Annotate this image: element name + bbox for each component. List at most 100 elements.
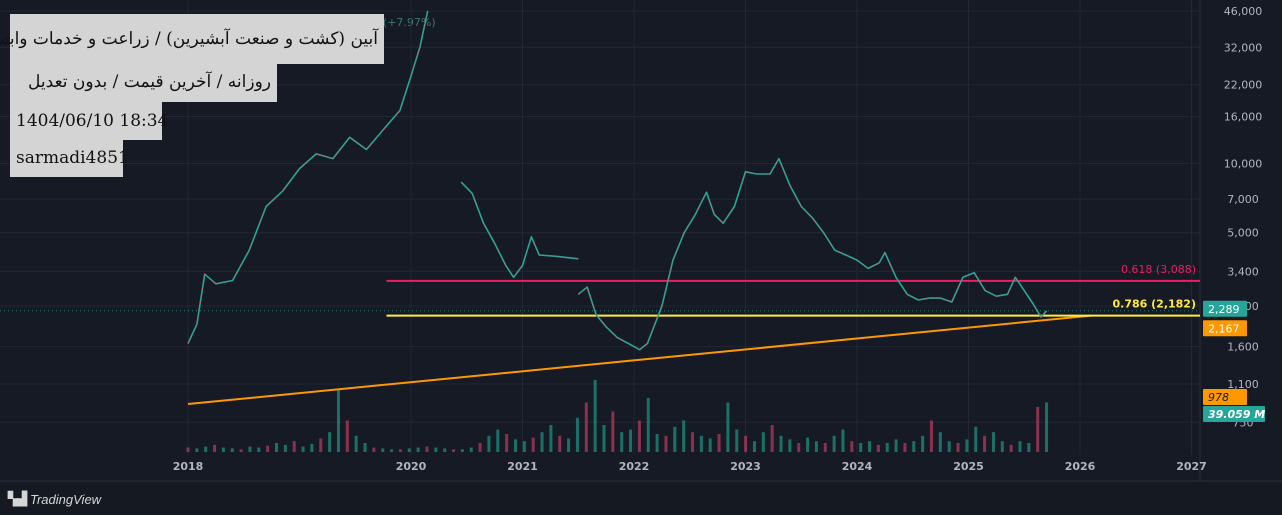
volume-bar xyxy=(416,447,420,452)
volume-bar xyxy=(797,443,801,452)
y-tick-label: 32,000 xyxy=(1224,41,1263,54)
tradingview-logo-icon: ▚▟ xyxy=(8,491,27,506)
y-tick-label: 3,400 xyxy=(1227,265,1259,278)
volume-bar xyxy=(708,438,712,452)
volume-bar xyxy=(186,447,190,452)
x-tick-label: 2026 xyxy=(1065,460,1096,473)
volume-bar xyxy=(921,435,925,452)
fib-level-label: 0.786 (2,182) xyxy=(1113,298,1196,311)
volume-bar xyxy=(814,441,818,452)
volume-bar xyxy=(717,434,721,452)
volume-bar xyxy=(549,425,553,452)
volume-bar xyxy=(513,439,517,452)
trend-price-badge: 2,167 xyxy=(1203,320,1247,337)
volume-bar xyxy=(204,446,208,452)
volume-bar xyxy=(1036,407,1040,452)
volume-bar xyxy=(443,448,447,452)
volume-bar xyxy=(929,420,933,452)
volume-bar xyxy=(575,417,579,452)
volume-bar xyxy=(1000,441,1004,452)
volume-bar xyxy=(478,443,482,452)
volume-bar xyxy=(505,434,509,452)
volume-bar xyxy=(567,438,571,452)
volume-bar xyxy=(664,435,668,452)
chart-settings: روزانه / آخرین قیمت / بدون تعدیل xyxy=(28,72,271,92)
trend-price-badge-text: 2,167 xyxy=(1208,322,1240,335)
x-tick-label: 2025 xyxy=(953,460,984,473)
volume-bar xyxy=(1018,441,1022,452)
x-tick-label: 2021 xyxy=(507,460,538,473)
x-tick-label: 2027 xyxy=(1176,460,1207,473)
volume-bar xyxy=(655,434,659,452)
volume-bar xyxy=(239,449,243,452)
volume-bar xyxy=(938,432,942,452)
y-tick-label: 7,000 xyxy=(1227,193,1259,206)
volume-bar xyxy=(983,435,987,452)
volume-bar xyxy=(266,445,270,452)
volume-bar xyxy=(832,435,836,452)
volume-bar xyxy=(283,444,287,452)
symbol-title-box: آبین (کشت و صنعت آبشیرین) / زراعت و خدما… xyxy=(0,14,384,64)
y-tick-label: 22,000 xyxy=(1224,79,1263,92)
volume-bar xyxy=(912,441,916,452)
volume-bar xyxy=(328,432,332,452)
volume-bar xyxy=(230,448,234,452)
volume-bar xyxy=(1027,443,1031,452)
volume-bar xyxy=(593,380,597,452)
y-tick-label: 46,000 xyxy=(1224,5,1263,18)
volume-bar xyxy=(275,443,279,452)
snapshot-datetime: 1404/06/10 18:34 xyxy=(16,111,169,131)
volume-bar xyxy=(761,432,765,452)
volume-bar xyxy=(620,432,624,452)
volume-bar xyxy=(540,432,544,452)
volume-bar xyxy=(301,446,305,452)
volume-bar xyxy=(779,435,783,452)
volume-bar xyxy=(469,447,473,452)
x-tick-label: 2020 xyxy=(396,460,427,473)
volume-bar xyxy=(894,439,898,452)
volume-bar xyxy=(868,441,872,452)
volume-bar xyxy=(735,429,739,452)
last-price-badge: 2,289 xyxy=(1203,300,1247,317)
volume-bar xyxy=(752,441,756,452)
volume-bar xyxy=(398,449,402,452)
volume-bar xyxy=(682,420,686,452)
datetime-box: 1404/06/10 18:34 xyxy=(10,102,168,140)
volume-bar xyxy=(876,444,880,452)
volume-bar xyxy=(336,389,340,452)
volume-bar xyxy=(859,443,863,452)
volume-bar xyxy=(602,425,606,452)
volume-bar xyxy=(522,441,526,452)
volume-bar xyxy=(221,447,225,452)
volume-bar xyxy=(903,443,907,452)
volume-bar xyxy=(292,441,296,452)
x-tick-label: 2022 xyxy=(619,460,650,473)
x-tick-label: 2023 xyxy=(730,460,761,473)
y-tick-label: 1,600 xyxy=(1227,341,1259,354)
volume-ma-badge: 978 xyxy=(1203,389,1247,405)
volume-bar xyxy=(531,437,535,452)
volume-bar xyxy=(496,429,500,452)
volume-bar xyxy=(699,435,703,452)
volume-value-badge: 39.059 M xyxy=(1203,406,1265,422)
volume-bar xyxy=(726,402,730,452)
volume-bar xyxy=(319,438,323,452)
volume-bar xyxy=(460,449,464,452)
last-price-badge-text: 2,289 xyxy=(1208,303,1240,316)
volume-ma-badge-text: 978 xyxy=(1208,391,1229,404)
volume-bar xyxy=(248,446,252,452)
symbol-title: آبین (کشت و صنعت آبشیرین) / زراعت و خدما… xyxy=(0,29,378,49)
tradingview-brand[interactable]: ▚▟ TradingView xyxy=(8,491,101,507)
volume-value-badge-text: 39.059 M xyxy=(1208,408,1265,421)
y-tick-label: 5,000 xyxy=(1227,227,1259,240)
volume-bar xyxy=(744,435,748,452)
author-name: sarmadi4851 xyxy=(16,148,129,168)
chart-settings-box: روزانه / آخرین قیمت / بدون تعدیل xyxy=(10,64,277,102)
volume-bar xyxy=(372,447,376,452)
volume-bar xyxy=(965,439,969,452)
volume-bar xyxy=(257,447,261,452)
volume-bar xyxy=(637,420,641,452)
volume-bar xyxy=(195,448,199,452)
volume-bar xyxy=(823,443,827,452)
volume-bar xyxy=(850,441,854,452)
